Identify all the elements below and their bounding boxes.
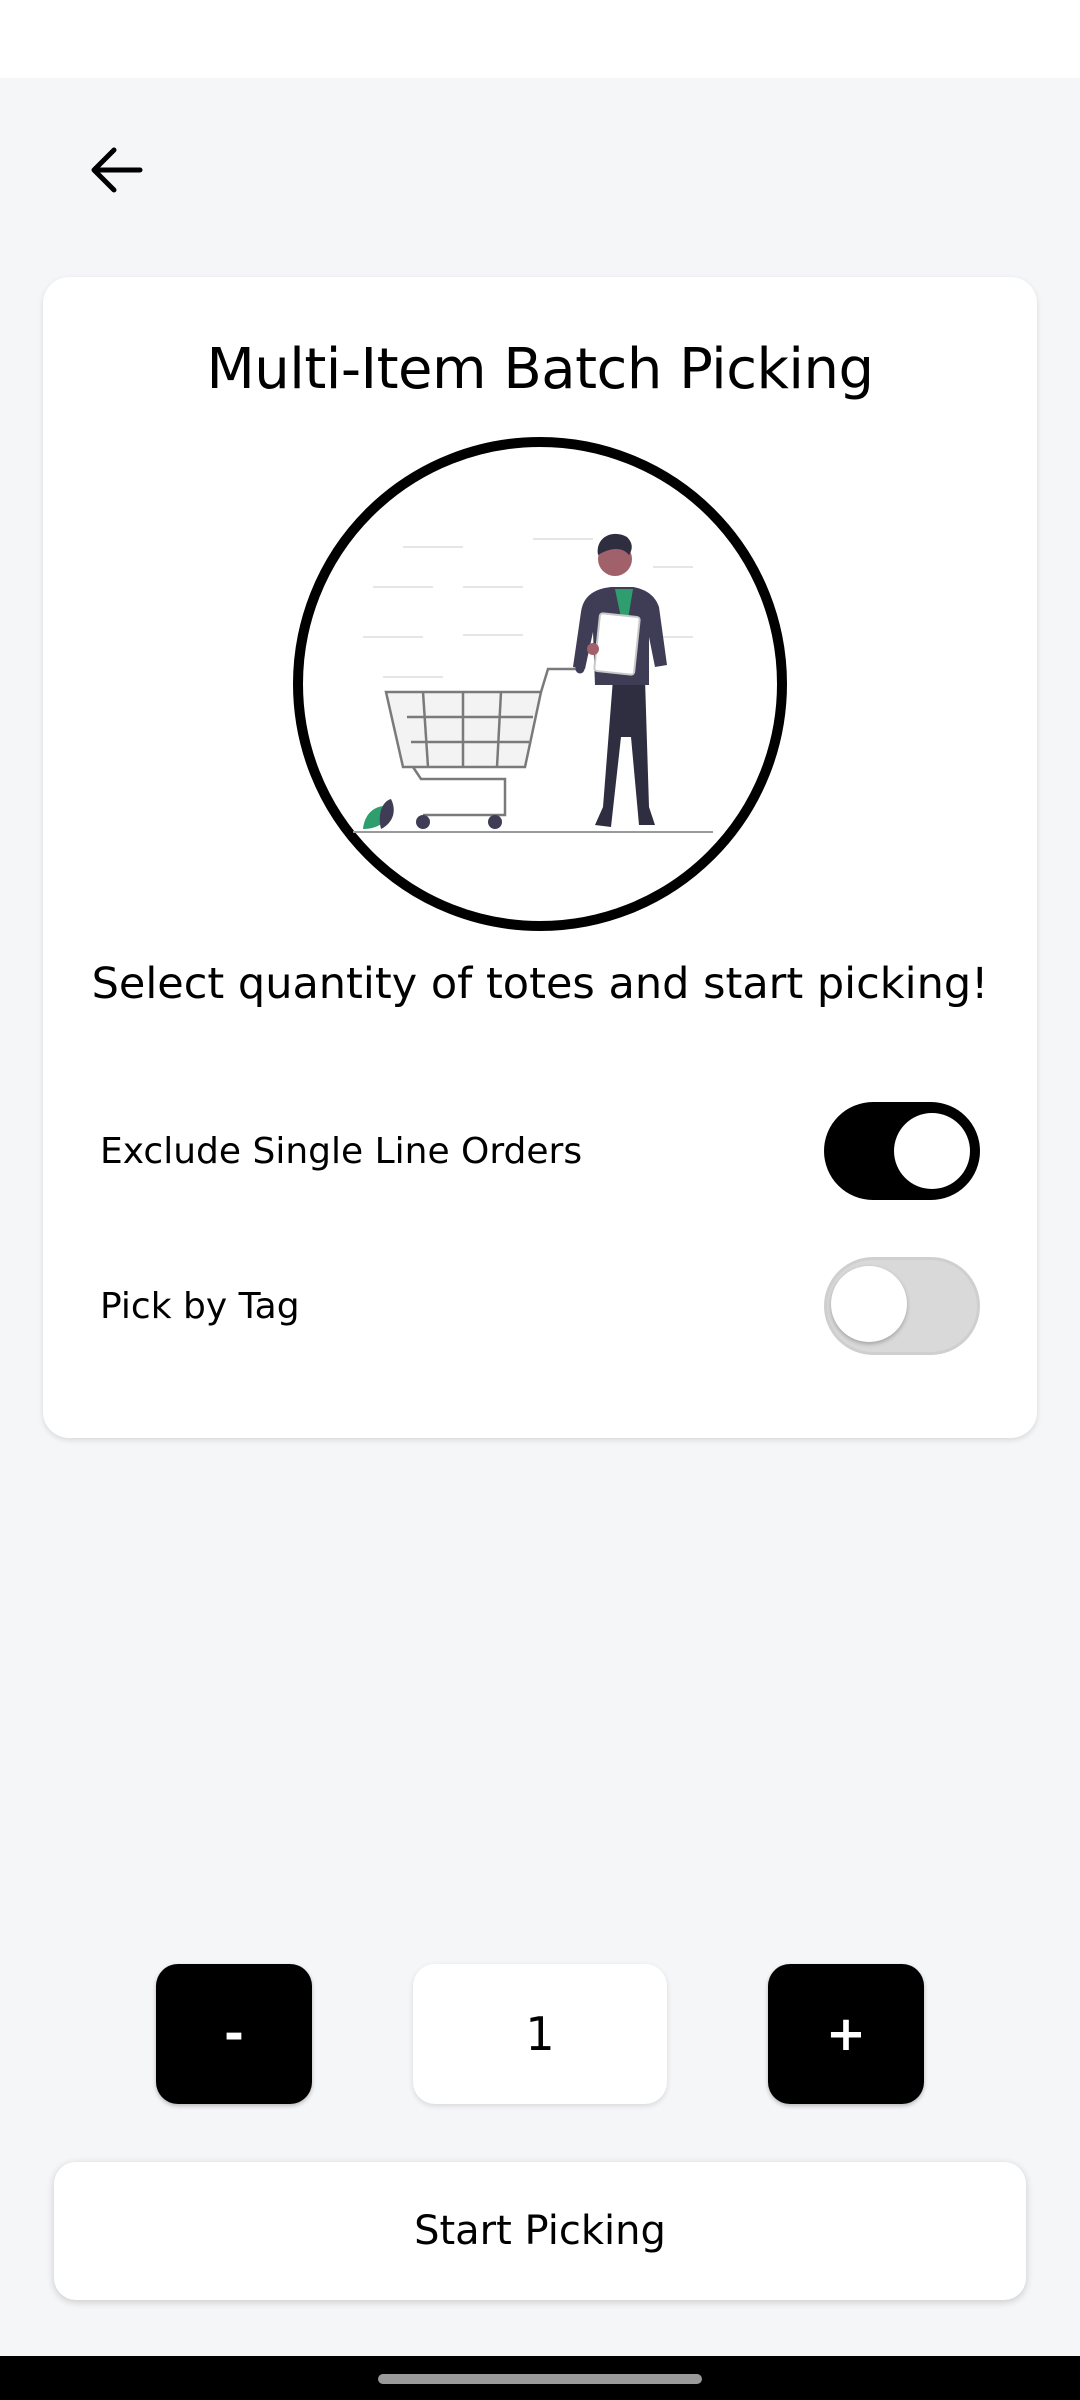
increment-button[interactable]: + (768, 1964, 924, 2104)
quantity-field[interactable]: 1 (413, 1964, 667, 2104)
exclude-single-line-label: Exclude Single Line Orders (100, 1130, 583, 1172)
person-with-shopping-cart-illustration (293, 437, 787, 931)
pick-by-tag-label: Pick by Tag (100, 1285, 300, 1327)
option-row-exclude-single-line: Exclude Single Line Orders (100, 1101, 980, 1201)
status-bar (0, 0, 1080, 78)
page-title: Multi-Item Batch Picking (206, 337, 874, 402)
toggle-knob (894, 1113, 970, 1189)
arrow-left-icon (91, 147, 143, 193)
pick-by-tag-toggle[interactable] (824, 1257, 980, 1355)
navigation-bar (0, 2356, 1080, 2400)
back-button[interactable] (76, 130, 156, 210)
option-row-pick-by-tag: Pick by Tag (100, 1256, 980, 1356)
start-picking-button[interactable]: Start Picking (54, 2162, 1026, 2300)
instruction-text: Select quantity of totes and start picki… (91, 959, 989, 1009)
home-indicator[interactable] (378, 2374, 702, 2384)
decrement-button[interactable]: - (156, 1964, 312, 2104)
toggle-knob (831, 1266, 907, 1342)
batch-picking-card: Multi-Item Batch Picking Select quantity… (43, 277, 1037, 1438)
exclude-single-line-toggle[interactable] (824, 1102, 980, 1200)
